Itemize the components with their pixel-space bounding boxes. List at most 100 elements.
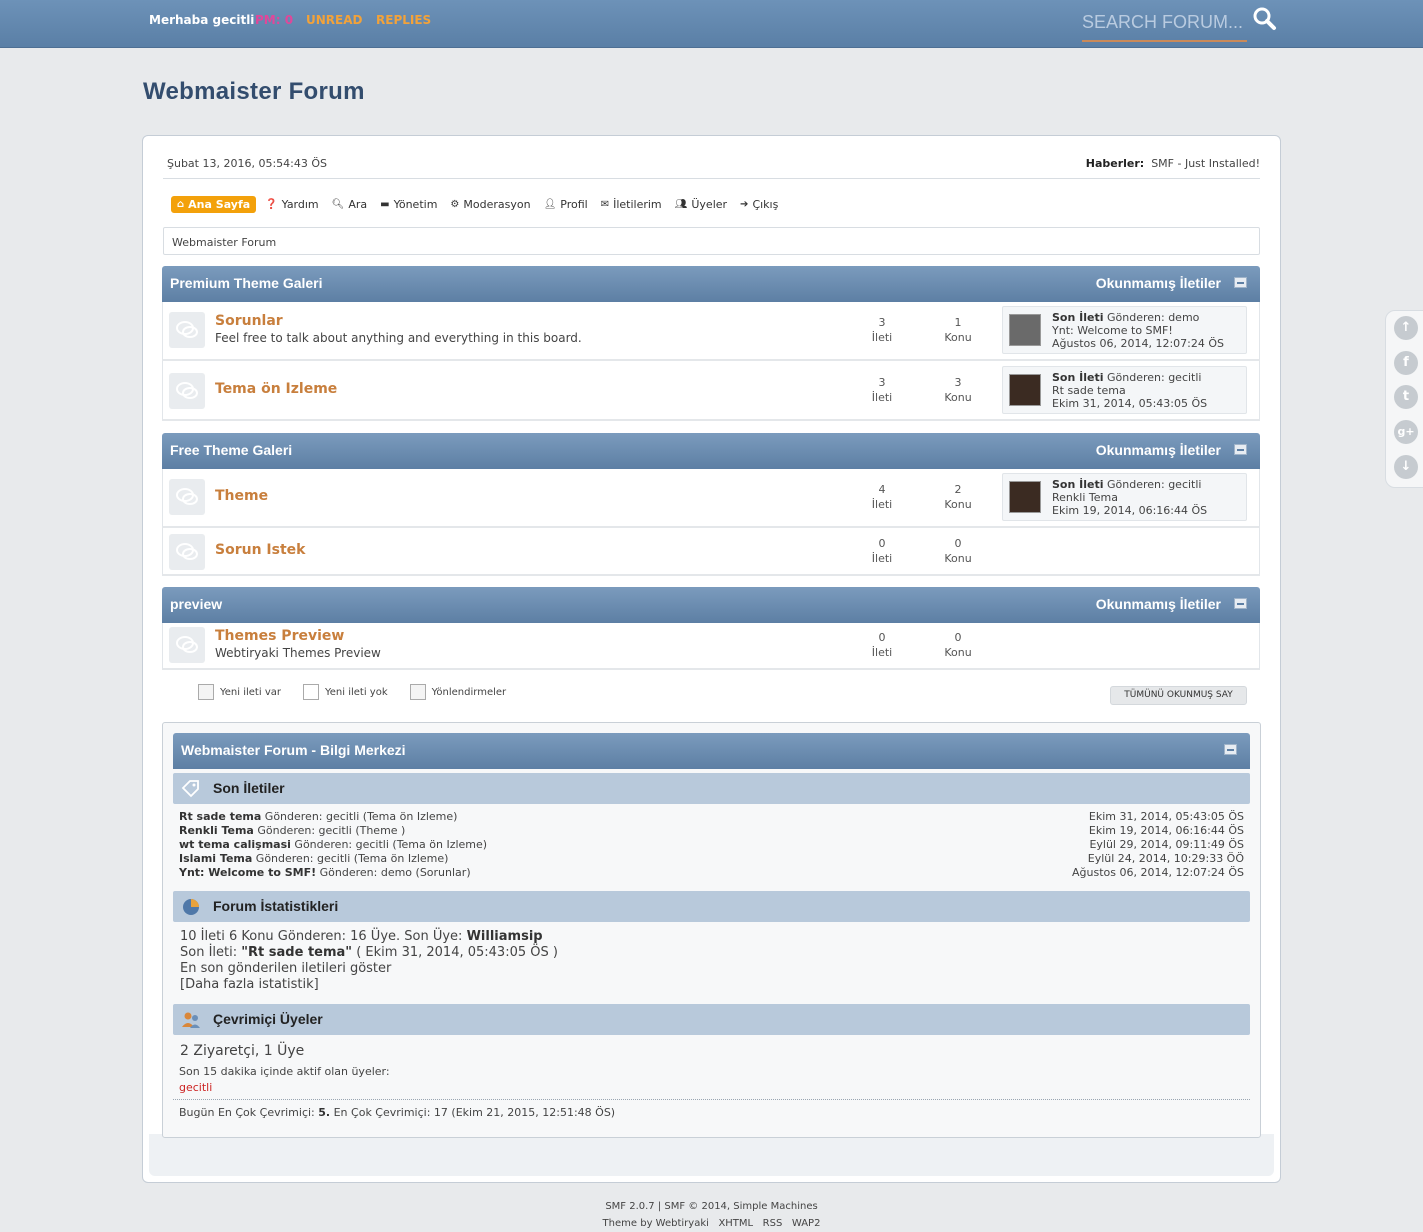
pm-link[interactable]: PM: 0 [255, 13, 293, 27]
category-title[interactable]: preview [170, 596, 222, 612]
arrow-up-icon[interactable]: ↑ [1394, 316, 1418, 340]
board-link[interactable]: Sorun Istek [215, 542, 305, 558]
post-count-value: 0 [878, 537, 886, 550]
topic-count: 2 Konu [928, 482, 988, 512]
twitter-icon[interactable]: t [1394, 385, 1418, 409]
unread-posts-link[interactable]: Okunmamış İletiler [1096, 596, 1221, 612]
menu-moderation[interactable]: ⚙ Moderasyon [450, 198, 530, 211]
post-count-value: 3 [878, 316, 886, 329]
search-input[interactable] [1082, 4, 1247, 42]
post-count: 0 İleti [852, 536, 912, 566]
unread-posts-link[interactable]: Okunmamış İletiler [1096, 442, 1221, 458]
last-post-subject[interactable]: Ynt: Welcome to SMF! [1052, 324, 1173, 337]
board-link[interactable]: Tema ön Izleme [215, 381, 337, 397]
category-title[interactable]: Free Theme Galeri [170, 442, 292, 458]
board-link[interactable]: Themes Preview [215, 628, 344, 644]
stats-last-post-link[interactable]: "Rt sade tema" [241, 945, 352, 960]
xhtml-link[interactable]: XHTML [718, 1218, 753, 1229]
last-post-subject[interactable]: Rt sade tema [1052, 384, 1126, 397]
board-row: Sorun Istek 0 İleti 0 Konu [162, 528, 1260, 576]
briefcase-icon: ▬ [380, 198, 390, 210]
last-post-author[interactable]: Gönderen: gecitli [1107, 478, 1201, 491]
divider [163, 178, 1260, 179]
board-link[interactable]: Sorunlar [215, 313, 283, 329]
collapse-icon[interactable] [1234, 444, 1247, 455]
menu-home[interactable]: ⌂ Ana Sayfa [171, 195, 257, 213]
last-post-subject[interactable]: Renkli Tema [1052, 491, 1118, 504]
replies-link[interactable]: REPLIES [376, 13, 431, 27]
recent-post-subject[interactable]: Rt sade tema [179, 810, 261, 823]
more-stats-link[interactable]: [Daha fazla istatistik] [180, 977, 558, 993]
recent-post-subject[interactable]: Ynt: Welcome to SMF! [179, 866, 316, 879]
user-icon: 👤︎ [543, 198, 557, 210]
latest-member-link[interactable]: Williamsip [467, 929, 543, 944]
board-status-icon [169, 627, 205, 663]
menu-members[interactable]: 👥︎ Üyeler [675, 198, 727, 211]
collapse-icon[interactable] [1234, 598, 1247, 609]
users-icon: 👥︎ [674, 198, 688, 210]
board-description: Webtiryaki Themes Preview [215, 646, 381, 660]
menu-logout[interactable]: ➔ Çıkış [740, 198, 778, 211]
most-online-today-label: Bugün En Çok Çevrimiçi: [179, 1106, 315, 1119]
most-online-today-value: 5. [318, 1106, 331, 1119]
question-icon: ❓ [265, 198, 278, 210]
last-post-label: Son İleti [1052, 311, 1104, 324]
menu-admin[interactable]: ▬ Yönetim [380, 198, 437, 211]
wap2-link[interactable]: WAP2 [792, 1218, 821, 1229]
last-post-author[interactable]: Gönderen: demo [1107, 311, 1199, 324]
menu-help-label: Yardım [281, 197, 319, 211]
category-title[interactable]: Premium Theme Galeri [170, 275, 323, 291]
post-count: 0 İleti [852, 630, 912, 660]
legend-redirect-label: Yönlendirmeler [431, 686, 507, 698]
recent-post-row: Ynt: Welcome to SMF! Gönderen: demo (Sor… [179, 866, 1244, 880]
menu-search[interactable]: 🔍︎ Ara [332, 198, 368, 211]
menu-profile[interactable]: 👤︎ Profil [544, 198, 588, 211]
online-count: 2 Ziyaretçi, 1 Üye [180, 1043, 305, 1059]
site-title[interactable]: Webmaister Forum [143, 78, 365, 106]
post-count-value: 4 [878, 483, 886, 496]
theme-credit-link[interactable]: Theme by Webtiryaki [603, 1218, 709, 1229]
facebook-icon[interactable]: f [1394, 351, 1418, 375]
unread-link[interactable]: UNREAD [306, 13, 362, 27]
avatar[interactable] [1009, 481, 1041, 513]
post-count: 3 İleti [852, 315, 912, 345]
avatar[interactable] [1009, 314, 1041, 346]
footer-copyright[interactable]: SMF 2.0.7 | SMF © 2014, Simple Machines [0, 1201, 1423, 1212]
stats-summary-text: 10 İleti 6 Konu Gönderen: 16 Üye. Son Üy… [180, 929, 463, 944]
recent-posts-title: Son İletiler [213, 780, 285, 796]
last-post-author[interactable]: Gönderen: gecitli [1107, 371, 1201, 384]
board-link[interactable]: Theme [215, 488, 268, 504]
menu-help[interactable]: ❓ Yardım [265, 198, 318, 211]
board-legend: Yeni ileti var Yeni ileti yok Yönlendirm… [198, 684, 528, 700]
show-recent-posts-link[interactable]: En son gönderilen iletileri göster [180, 961, 558, 977]
menu-logout-label: Çıkış [752, 197, 779, 211]
post-count-label: İleti [871, 498, 893, 511]
google-plus-icon[interactable]: g+ [1394, 420, 1418, 444]
search-icon[interactable] [1252, 6, 1278, 32]
info-center-header: Webmaister Forum - Bilgi Merkezi [173, 733, 1250, 769]
rss-link[interactable]: RSS [763, 1218, 783, 1229]
board-row: Themes Preview Webtiryaki Themes Preview… [162, 623, 1260, 670]
collapse-icon[interactable] [1234, 277, 1247, 288]
home-icon: ⌂ [177, 198, 185, 210]
redirect-icon [409, 684, 426, 700]
recent-post-author: Gönderen: gecitli (Tema ön Izleme) [255, 852, 449, 865]
post-count-label: İleti [871, 552, 893, 565]
menu-admin-label: Yönetim [393, 197, 438, 211]
forum-stats-title: Forum İstatistikleri [213, 898, 339, 914]
recent-post-subject[interactable]: Renkli Tema [179, 824, 254, 837]
recent-post-subject[interactable]: Islami Tema [179, 852, 252, 865]
last-post: Son İleti Gönderen: gecitli Renkli Tema Ek… [1002, 473, 1247, 521]
menu-messages[interactable]: ✉ İletilerim [601, 198, 662, 211]
collapse-icon[interactable] [1224, 744, 1237, 755]
arrow-down-icon[interactable]: ↓ [1394, 455, 1418, 479]
mark-all-read-button[interactable]: TÜMÜNÜ OKUNMUŞ SAY [1110, 686, 1247, 705]
last-post: Son İleti Gönderen: gecitli Rt sade tema E… [1002, 366, 1247, 414]
avatar[interactable] [1009, 374, 1041, 406]
recent-post-row: Rt sade tema Gönderen: gecitli (Tema ön … [179, 810, 1244, 824]
post-count-label: İleti [871, 331, 893, 344]
online-user-link[interactable]: gecitli [179, 1081, 212, 1094]
unread-posts-link[interactable]: Okunmamış İletiler [1096, 275, 1221, 291]
breadcrumb-home[interactable]: Webmaister Forum [172, 236, 276, 249]
recent-post-subject[interactable]: wt tema calişmasi [179, 838, 291, 851]
